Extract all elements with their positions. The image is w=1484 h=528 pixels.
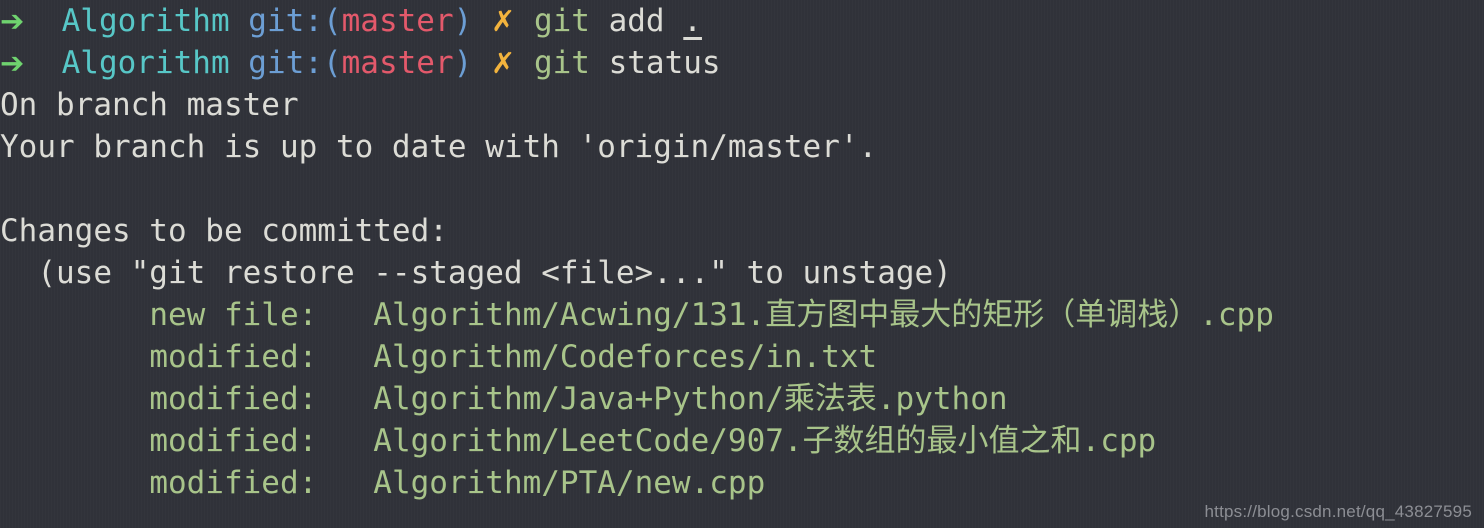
staged-file-indent-4 (0, 423, 149, 459)
prompt-directory-1: Algorithm (61, 3, 230, 39)
staged-file-gap-5 (317, 465, 373, 501)
terminal-line-branch: On branch master (0, 84, 1274, 126)
terminal-line-command-1: ➔ Algorithm git:(master) ✗ git add . (0, 0, 1274, 42)
staged-file-indent-5 (0, 465, 149, 501)
output-branch-line: On branch master (0, 87, 299, 123)
staged-file-status-4: modified: (149, 423, 318, 459)
command-space-1 (590, 3, 609, 39)
command-args-1: add (608, 3, 665, 39)
staged-file-gap-4 (317, 423, 373, 459)
watermark-text: https://blog.csdn.net/qq_43827595 (1204, 502, 1472, 521)
staged-file-path-3: Algorithm/Java+Python/乘法表.python (373, 381, 1008, 417)
prompt-git-label-close-2: ) (453, 45, 473, 81)
terminal-screen[interactable]: ➔ Algorithm git:(master) ✗ git add . ➔ A… (0, 0, 1274, 504)
prompt-branch-1: master (341, 3, 454, 39)
terminal-line-changes-header: Changes to be committed: (0, 210, 1274, 252)
staged-file-path-5: Algorithm/PTA/new.cpp (373, 465, 766, 501)
staged-file-gap-3 (317, 381, 373, 417)
staged-file-indent-3 (0, 381, 149, 417)
terminal-line-changes-hint: (use "git restore --staged <file>..." to… (0, 252, 1274, 294)
staged-file-row: new file: Algorithm/Acwing/131.直方图中最大的矩形… (0, 294, 1274, 336)
staged-file-row: modified: Algorithm/LeetCode/907.子数组的最小值… (0, 420, 1274, 462)
command-program-1: git (533, 3, 590, 39)
prompt-git-label-close-1: ) (453, 3, 473, 39)
output-changes-header: Changes to be committed: (0, 213, 448, 249)
command-args-2: status (608, 45, 721, 81)
prompt-git-label-2: git:( (248, 45, 342, 81)
staged-file-path-2: Algorithm/Codeforces/in.txt (373, 339, 878, 375)
prompt-space-2 (472, 3, 491, 39)
arrow-right-icon: ➔ (0, 4, 25, 38)
output-tracking-line: Your branch is up to date with 'origin/m… (0, 129, 878, 165)
staged-file-indent-2 (0, 339, 149, 375)
prompt-space-4 (230, 45, 249, 81)
staged-file-status-1: new file: (149, 297, 318, 333)
command-space-3 (590, 45, 609, 81)
staged-file-gap-2 (317, 339, 373, 375)
cross-mark-icon: ✗ (490, 4, 516, 38)
prompt-space-3 (515, 3, 534, 39)
staged-file-gap-1 (317, 297, 373, 333)
staged-file-row: modified: Algorithm/Codeforces/in.txt (0, 336, 1274, 378)
staged-file-row: modified: Algorithm/PTA/new.cpp (0, 462, 1274, 504)
prompt-directory-2: Algorithm (61, 45, 230, 81)
staged-file-status-2: modified: (149, 339, 318, 375)
terminal-line-command-2: ➔ Algorithm git:(master) ✗ git status (0, 42, 1274, 84)
prompt-space-5 (472, 45, 491, 81)
prompt-space-1 (230, 3, 249, 39)
staged-file-path-4: Algorithm/LeetCode/907.子数组的最小值之和.cpp (373, 423, 1157, 459)
command-space-2 (665, 3, 684, 39)
staged-file-row: modified: Algorithm/Java+Python/乘法表.pyth… (0, 378, 1274, 420)
staged-file-path-1: Algorithm/Acwing/131.直方图中最大的矩形（单调栈）.cpp (373, 297, 1274, 333)
staged-file-indent-1 (0, 297, 149, 333)
terminal-window[interactable]: ➔ Algorithm git:(master) ✗ git add . ➔ A… (0, 0, 1484, 528)
terminal-line-tracking: Your branch is up to date with 'origin/m… (0, 126, 1274, 168)
prompt-space-6 (515, 45, 534, 81)
cross-mark-icon: ✗ (490, 46, 516, 80)
staged-file-status-3: modified: (149, 381, 318, 417)
arrow-right-icon: ➔ (0, 46, 25, 80)
output-changes-hint: (use "git restore --staged <file>..." to… (0, 255, 952, 291)
staged-file-status-5: modified: (149, 465, 318, 501)
prompt-branch-2: master (341, 45, 454, 81)
command-program-2: git (533, 45, 590, 81)
command-path-arg-1: . (683, 3, 702, 39)
prompt-spacer-1 (24, 3, 61, 39)
prompt-spacer-2 (24, 45, 61, 81)
prompt-git-label-1: git:( (248, 3, 342, 39)
